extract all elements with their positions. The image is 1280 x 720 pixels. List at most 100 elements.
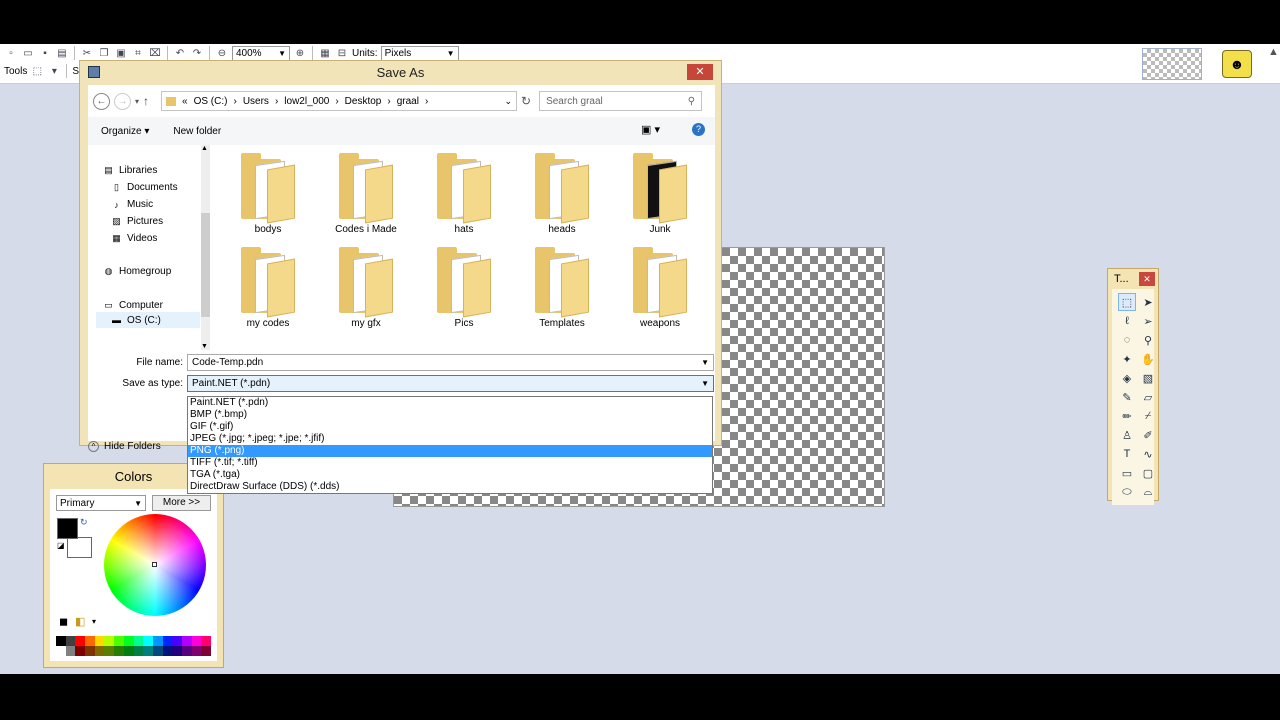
move-selection-icon[interactable]: ➢ (1139, 312, 1157, 330)
cut-icon[interactable]: ✂ (80, 46, 94, 60)
palette-swatch[interactable] (191, 636, 202, 646)
rectangle-icon[interactable]: ▭ (1118, 464, 1136, 482)
folder-item[interactable]: heads (522, 149, 602, 235)
breadcrumb-users[interactable]: Users (243, 96, 269, 107)
type-option[interactable]: TGA (*.tga) (188, 469, 712, 481)
chevron-down-icon[interactable]: ▼ (701, 379, 709, 388)
nav-videos[interactable]: ▦ Videos (111, 233, 157, 244)
zoom-combo[interactable]: 400% ▼ (232, 45, 290, 61)
folder-item[interactable]: weapons (620, 243, 700, 329)
save-type-select[interactable]: Paint.NET (*.pdn) ▼ (187, 375, 714, 392)
breadcrumb-graal[interactable]: graal (397, 96, 419, 107)
line-curve-icon[interactable]: ∿ (1139, 445, 1157, 463)
hide-folders-button[interactable]: ^ Hide Folders (88, 441, 161, 452)
dialog-titlebar[interactable]: Save As ✕ (80, 61, 721, 85)
palette-swatch[interactable] (133, 646, 144, 656)
palette-swatch[interactable] (181, 646, 192, 656)
color-wheel[interactable] (104, 514, 206, 616)
palette-swatch[interactable] (104, 636, 115, 646)
close-icon[interactable]: ✕ (1139, 272, 1155, 286)
zoom-icon[interactable]: ⚲ (1139, 331, 1157, 349)
paste-icon[interactable]: ▣ (114, 46, 128, 60)
view-options-icon[interactable]: ▣ ▾ (641, 123, 660, 136)
folder-item[interactable]: Codes i Made (326, 149, 406, 235)
ellipse-select-icon[interactable]: ◌ (1118, 331, 1136, 349)
redo-icon[interactable]: ↷ (190, 46, 204, 60)
move-selected-icon[interactable]: ➤ (1139, 293, 1157, 311)
more-colors-button[interactable]: More >> (152, 495, 211, 511)
grid-icon[interactable]: ▦ (318, 46, 332, 60)
clone-stamp-icon[interactable]: ♙ (1118, 426, 1136, 444)
palette-swatch[interactable] (75, 636, 86, 646)
palette-swatch[interactable] (143, 636, 153, 646)
palette-swatch[interactable] (172, 636, 182, 646)
folder-item[interactable]: Templates (522, 243, 602, 329)
nav-libraries[interactable]: ▤ Libraries (103, 165, 157, 176)
chevron-down-icon[interactable]: ⌄ (504, 96, 512, 107)
new-icon[interactable]: ▫ (4, 46, 18, 60)
refresh-icon[interactable]: ↻ (521, 94, 531, 108)
nav-scrollbar[interactable]: ▲ ▼ (201, 145, 210, 350)
type-option[interactable]: DirectDraw Surface (DDS) (*.dds) (188, 481, 712, 493)
print-icon[interactable]: ▤ (55, 46, 69, 60)
color-wheel-cursor[interactable] (152, 562, 157, 567)
palette-swatch[interactable] (162, 636, 173, 646)
palette-menu-icon[interactable]: ◧ (75, 615, 85, 628)
breadcrumb-os-c[interactable]: OS (C:) (194, 96, 228, 107)
lasso-select-icon[interactable]: ℓ (1118, 312, 1136, 330)
freeform-shape-icon[interactable]: ⌓ (1139, 483, 1157, 501)
palette-swatch[interactable] (104, 646, 115, 656)
folder-item[interactable]: my gfx (326, 243, 406, 329)
close-button[interactable]: ✕ (687, 64, 713, 80)
scroll-up-icon[interactable]: ▲ (201, 145, 208, 152)
pencil-icon[interactable]: ✏ (1118, 407, 1136, 425)
type-option-highlighted[interactable]: PNG (*.png) (188, 445, 712, 457)
palette-swatch[interactable] (114, 646, 124, 656)
recent-locations-icon[interactable]: ▾ (135, 97, 139, 106)
tools-window-titlebar[interactable]: T... ✕ (1108, 269, 1158, 289)
search-input[interactable]: Search graal ⚲ (539, 91, 703, 111)
nav-computer[interactable]: ▭ Computer (103, 300, 163, 311)
recolor-icon[interactable]: ✐ (1139, 426, 1157, 444)
gradient-icon[interactable]: ▧ (1139, 369, 1157, 387)
color-mode-select[interactable]: Primary ▼ (56, 495, 146, 511)
nav-music[interactable]: ♪ Music (111, 199, 153, 210)
pan-icon[interactable]: ✋ (1139, 350, 1157, 368)
ellipse-icon[interactable]: ⬭ (1118, 483, 1136, 501)
palette-swatch[interactable] (201, 636, 211, 646)
deselect-icon[interactable]: ⌧ (148, 46, 162, 60)
nav-homegroup[interactable]: ◍ Homegroup (103, 266, 172, 277)
file-name-input[interactable]: Code-Temp.pdn ▼ (187, 354, 714, 371)
save-icon[interactable]: ▪ (38, 46, 52, 60)
new-folder-button[interactable]: New folder (173, 126, 221, 137)
palette-swatch[interactable] (181, 636, 192, 646)
paintbrush-icon[interactable]: ✎ (1118, 388, 1136, 406)
zoom-out-icon[interactable]: ⊖ (215, 46, 229, 60)
palette-swatch[interactable] (123, 636, 134, 646)
palette-swatch[interactable] (152, 646, 163, 656)
ruler-icon[interactable]: ⊟ (335, 46, 349, 60)
nav-pictures[interactable]: ▨ Pictures (111, 216, 163, 227)
image-thumbnail[interactable] (1142, 48, 1202, 80)
scrollbar-thumb[interactable] (201, 213, 210, 317)
palette-swatch[interactable] (191, 646, 202, 656)
undo-icon[interactable]: ↶ (173, 46, 187, 60)
rounded-rectangle-icon[interactable]: ▢ (1139, 464, 1157, 482)
copy-icon[interactable]: ❐ (97, 46, 111, 60)
crop-icon[interactable]: ⌗ (131, 46, 145, 60)
palette-icon[interactable]: ◼ (59, 615, 68, 628)
type-option[interactable]: JPEG (*.jpg; *.jpeg; *.jpe; *.jfif) (188, 433, 712, 445)
palette-swatch[interactable] (162, 646, 173, 656)
chevron-down-icon[interactable]: ▼ (701, 358, 709, 367)
units-combo[interactable]: Pixels ▼ (380, 45, 459, 61)
palette-swatch[interactable] (114, 636, 124, 646)
palette-swatch[interactable] (75, 646, 86, 656)
reset-colors-icon[interactable]: ◪ (57, 541, 65, 550)
paint-bucket-icon[interactable]: ◈ (1118, 369, 1136, 387)
type-option[interactable]: Paint.NET (*.pdn) (188, 397, 712, 409)
palette-swatch[interactable] (65, 646, 76, 656)
type-option[interactable]: TIFF (*.tif; *.tiff) (188, 457, 712, 469)
nav-documents[interactable]: ▯ Documents (111, 182, 178, 193)
image-thumbnail-sprite[interactable]: ☻ (1222, 50, 1252, 78)
organize-button[interactable]: Organize ▾ (101, 126, 149, 137)
